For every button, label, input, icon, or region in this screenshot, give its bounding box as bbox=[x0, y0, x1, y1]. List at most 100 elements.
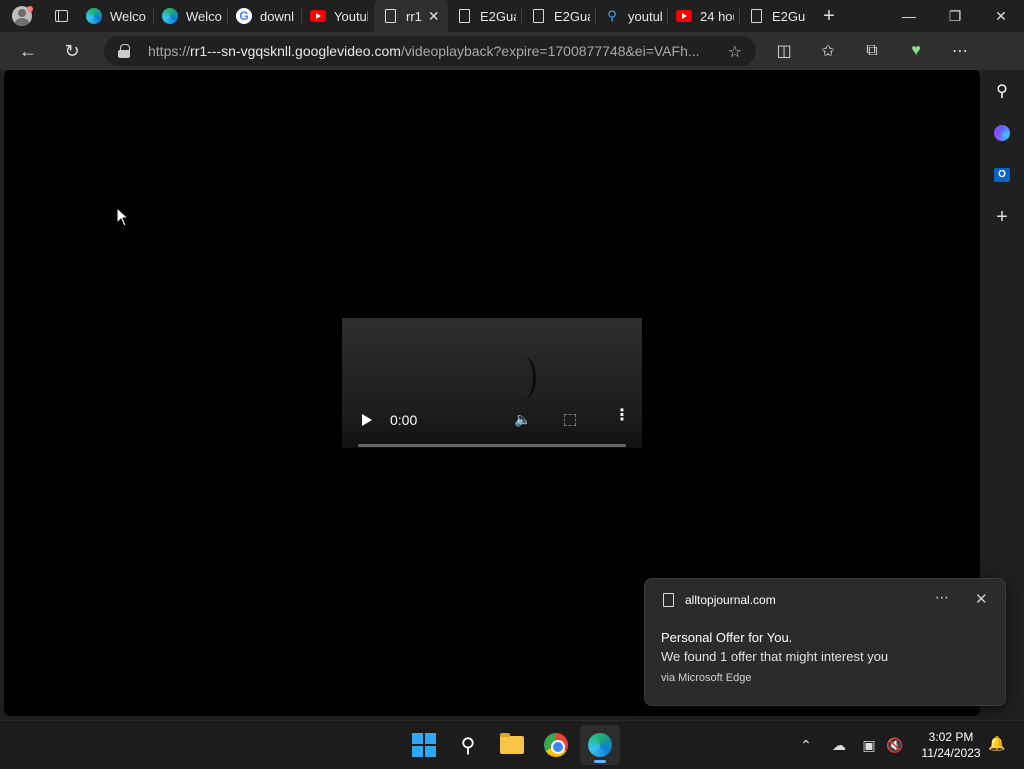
fullscreen-button[interactable] bbox=[564, 414, 576, 426]
profile-button[interactable] bbox=[0, 0, 44, 32]
onedrive-icon[interactable]: ☁ bbox=[828, 721, 850, 769]
favorites-icon: ✩ bbox=[821, 43, 835, 60]
taskbar-search-button[interactable]: ⚲ bbox=[448, 725, 488, 765]
drop-icon bbox=[994, 125, 1010, 141]
file-explorer-button[interactable] bbox=[492, 725, 532, 765]
browser-toolbar: ← ↻ https://rr1---sn-vgqsknll.googlevide… bbox=[0, 32, 1024, 95]
plus-icon: + bbox=[823, 4, 835, 27]
more-dots-icon: ⋯ bbox=[952, 43, 968, 60]
tab-actions-button[interactable] bbox=[44, 0, 78, 32]
mute-button[interactable]: 🔈 bbox=[514, 411, 531, 428]
favorite-star-icon[interactable]: ☆ bbox=[728, 42, 742, 62]
tab-10[interactable]: E2Gua bbox=[740, 0, 812, 32]
refresh-button[interactable]: ↻ bbox=[50, 32, 94, 70]
tab-7[interactable]: E2Gua bbox=[522, 0, 596, 32]
tab-label: Welco bbox=[110, 8, 146, 24]
tab-6[interactable]: E2Gua bbox=[448, 0, 522, 32]
url-prefix: https:// bbox=[148, 43, 191, 59]
youtube-icon bbox=[676, 10, 692, 22]
tab-label: E2Gua bbox=[772, 8, 806, 24]
tab-2[interactable]: Welco bbox=[154, 0, 228, 32]
edge-button[interactable] bbox=[580, 725, 620, 765]
search-icon: ⚲ bbox=[460, 734, 476, 757]
chrome-button[interactable] bbox=[536, 725, 576, 765]
new-tab-button[interactable]: + bbox=[812, 0, 846, 32]
taskbar: ⚲ ⌃ ☁ ▣ 🔇 3:02 PM 11/24/2023 🔔 bbox=[0, 720, 1024, 768]
notification-title: Personal Offer for You. bbox=[661, 630, 793, 645]
notification-bell-icon[interactable]: 🔔 bbox=[988, 735, 1005, 752]
more-options-button[interactable]: ⋮ bbox=[614, 408, 630, 424]
video-time: 0:00 bbox=[390, 412, 418, 428]
progress-bar[interactable] bbox=[358, 444, 626, 447]
clock-time: 3:02 PM bbox=[928, 730, 974, 744]
play-button[interactable] bbox=[362, 414, 372, 426]
tab-label: rr1 bbox=[406, 8, 422, 24]
video-player[interactable]: 0:00 🔈 ⋮ bbox=[342, 318, 642, 448]
tab-9[interactable]: 24 hou bbox=[668, 0, 740, 32]
network-icon[interactable]: ▣ bbox=[858, 721, 880, 769]
favorites-button[interactable]: ✩ bbox=[806, 32, 850, 70]
edge-icon bbox=[588, 733, 612, 757]
tab-label: youtub bbox=[628, 8, 662, 24]
edge-icon bbox=[86, 8, 102, 24]
tab-label: downl bbox=[260, 8, 294, 24]
tab-8[interactable]: ⚲ youtub bbox=[596, 0, 668, 32]
document-icon bbox=[458, 9, 470, 23]
sidebar-drop-button[interactable] bbox=[980, 112, 1024, 154]
browser-essentials-button[interactable]: ♥ bbox=[894, 32, 938, 70]
toolbar-right: ◫ ✩ ⧉ ♥ ⋯ bbox=[762, 32, 982, 70]
outlook-icon: O bbox=[994, 168, 1010, 182]
vertical-tabs-icon bbox=[54, 10, 68, 22]
restore-button[interactable]: ❐ bbox=[932, 0, 978, 32]
tab-3[interactable]: G downl bbox=[228, 0, 302, 32]
document-icon bbox=[532, 9, 544, 23]
notification-source: via Microsoft Edge bbox=[661, 672, 752, 684]
plus-icon: + bbox=[996, 205, 1008, 228]
address-bar[interactable]: https://rr1---sn-vgqsknll.googlevideo.co… bbox=[104, 36, 756, 66]
tab-4[interactable]: Youtub bbox=[302, 0, 374, 32]
close-tab-icon[interactable]: ✕ bbox=[428, 8, 440, 25]
tab-label: Welco bbox=[186, 8, 222, 24]
sidebar-add-button[interactable]: + bbox=[980, 196, 1024, 238]
tab-1[interactable]: Welco bbox=[78, 0, 154, 32]
show-hidden-icons-button[interactable]: ⌃ bbox=[796, 721, 816, 769]
volume-muted-icon[interactable]: 🔇 bbox=[884, 721, 906, 769]
chrome-icon bbox=[544, 733, 568, 757]
collections-icon: ⧉ bbox=[866, 42, 878, 59]
tab-label: 24 hou bbox=[700, 8, 734, 24]
start-button[interactable] bbox=[404, 725, 444, 765]
document-icon bbox=[663, 593, 674, 607]
clock-date: 11/24/2023 bbox=[921, 746, 981, 760]
notification-dot bbox=[27, 6, 33, 12]
sidebar-outlook-button[interactable]: O bbox=[980, 154, 1024, 196]
search-icon: ⚲ bbox=[996, 83, 1008, 100]
chevron-up-icon: ⌃ bbox=[800, 736, 812, 753]
clock[interactable]: 3:02 PM 11/24/2023 bbox=[914, 729, 988, 761]
url-path: /videoplayback?expire=1700877748&ei=VAFh… bbox=[400, 43, 700, 59]
sidebar-search-button[interactable]: ⚲ bbox=[980, 70, 1024, 112]
tab-5-active[interactable]: rr1 ✕ bbox=[374, 0, 448, 32]
settings-more-button[interactable]: ⋯ bbox=[938, 32, 982, 70]
split-screen-button[interactable]: ◫ bbox=[762, 32, 806, 70]
notification-close-button[interactable]: ✕ bbox=[975, 590, 988, 608]
close-window-button[interactable]: ✕ bbox=[978, 0, 1024, 32]
notification-body: We found 1 offer that might interest you bbox=[661, 649, 889, 664]
edge-icon bbox=[162, 8, 178, 24]
document-icon bbox=[750, 9, 762, 23]
tab-strip: Welco Welco G downl Youtub rr1 ✕ E2Gua E… bbox=[0, 0, 1024, 32]
google-icon: G bbox=[236, 8, 252, 24]
notification-more-button[interactable]: ⋯ bbox=[935, 589, 949, 606]
url-text[interactable]: https://rr1---sn-vgqsknll.googlevideo.co… bbox=[148, 43, 708, 59]
collections-button[interactable]: ⧉ bbox=[850, 32, 894, 70]
split-screen-icon: ◫ bbox=[776, 43, 792, 60]
url-host: rr1---sn-vgqsknll.googlevideo.com bbox=[190, 43, 401, 59]
window-controls: — ❐ ✕ bbox=[886, 0, 1024, 32]
back-button[interactable]: ← bbox=[6, 32, 50, 70]
youtube-icon bbox=[310, 10, 326, 22]
refresh-icon: ↻ bbox=[64, 40, 80, 61]
notification-toast[interactable]: alltopjournal.com ⋯ ✕ Personal Offer for… bbox=[644, 578, 1006, 706]
tab-label: E2Gua bbox=[554, 8, 590, 24]
folder-icon bbox=[500, 733, 524, 754]
document-icon bbox=[384, 9, 396, 23]
minimize-button[interactable]: — bbox=[886, 0, 932, 32]
